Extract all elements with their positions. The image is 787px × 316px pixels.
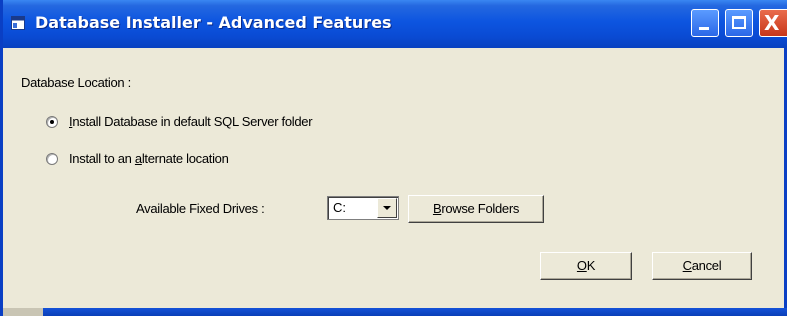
window-title: Database Installer - Advanced Features	[35, 13, 392, 32]
maximize-icon	[732, 16, 746, 29]
title-bar[interactable]: Database Installer - Advanced Features X	[3, 0, 787, 48]
maximize-button[interactable]	[725, 9, 753, 37]
minimize-button[interactable]	[691, 9, 719, 37]
window-bottom-corner	[3, 308, 43, 316]
close-button[interactable]: X	[759, 9, 787, 37]
drive-select[interactable]: C:	[327, 196, 399, 220]
dialog-window: Database Installer - Advanced Features X…	[0, 0, 787, 316]
radio-default-folder-button[interactable]	[46, 116, 58, 128]
radio-alternate-location-label[interactable]: Install to an alternate location	[69, 151, 229, 167]
available-drives-label: Available Fixed Drives :	[136, 201, 265, 216]
browse-folders-button[interactable]: Browse Folders	[408, 195, 544, 223]
database-location-label: Database Location :	[21, 75, 131, 90]
cancel-button[interactable]: Cancel	[652, 252, 752, 280]
chevron-down-icon	[383, 206, 391, 210]
drive-select-value: C:	[333, 200, 346, 215]
app-window-icon	[11, 16, 25, 30]
minimize-icon	[699, 27, 709, 30]
radio-default-folder-label[interactable]: Install Database in default SQL Server f…	[69, 114, 313, 130]
radio-alternate-location-button[interactable]	[46, 153, 58, 165]
window-bottom-border	[3, 308, 787, 316]
ok-button[interactable]: OK	[540, 252, 632, 280]
drive-dropdown-button[interactable]	[377, 198, 397, 218]
close-icon: X	[764, 11, 780, 35]
radio-selected-dot	[50, 120, 54, 124]
